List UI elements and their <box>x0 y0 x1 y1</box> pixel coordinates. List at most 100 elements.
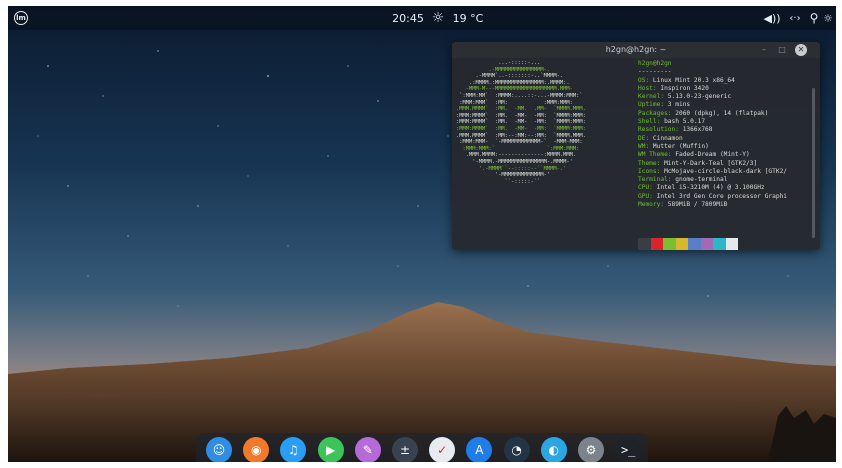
info-key: Uptime: <box>638 101 665 109</box>
info-value: Intel i5-3210M (4) @ 3.100GHz <box>652 184 765 192</box>
desktop[interactable]: lm 20:45 ☼ 19 °C ◀)) ‹·› ⚲ ☼ h2gn@h2gn: … <box>8 6 836 462</box>
info-value: bash 5.0.17 <box>660 118 706 126</box>
software-manager-glyph: ◐ <box>548 443 560 457</box>
info-key: OS: <box>638 76 650 84</box>
menu-button[interactable]: lm <box>12 6 30 30</box>
info-line: OS: Linux Mint 20.3 x86_64 <box>638 77 816 85</box>
terminal-window[interactable]: h2gn@h2gn: ~ – □ ✕ ...-:::::-... .-MMMMM… <box>452 42 820 250</box>
info-line: Memory: 589MiB / 7809MiB <box>638 201 816 209</box>
info-key: Terminal: <box>638 176 672 184</box>
info-key: Icons: <box>638 167 661 175</box>
finder-glyph: ☺ <box>212 443 226 457</box>
info-line: DE: Cinnamon <box>638 135 816 143</box>
palette-swatch <box>663 238 676 250</box>
info-key: Host: <box>638 84 657 92</box>
info-line: CPU: Intel i5-3210M (4) @ 3.100GHz <box>638 184 816 192</box>
ascii-art: ...-:::::-... .-MMMMMMMMMMMMMMM-. .-MMMM… <box>456 60 636 185</box>
ascii-line: ``-:::::-`` <box>456 178 541 185</box>
info-line: Kernel: 5.13.0-23-generic <box>638 93 816 101</box>
dock: ☺ ◉ ♫ ▶ ✎ ± ✓ A ◔ ◐ ⚙ >_ <box>196 433 648 462</box>
ascii-line: :MMM:MMMM` :MM. -MM- -MM: `MMMM:MMM: <box>456 125 586 132</box>
info-line: Uptime: 3 mins <box>638 101 816 109</box>
info-value: Faded-Dream (Mint-Y) <box>671 151 750 159</box>
settings-icon[interactable]: ⚙ <box>578 437 604 462</box>
info-line: Theme: Mint-Y-Dark-Teal [GTK2/3] <box>638 160 816 168</box>
ascii-line: '-MMMM.-MMMMMMMMMMMMMMM-.MMMM-' <box>456 158 573 165</box>
ascii-line: .-MMMM`..-:::::::-..`MMMM-. <box>456 73 564 80</box>
info-line: Shell: bash 5.0.17 <box>638 118 816 126</box>
drawing-icon[interactable]: ✓ <box>429 437 456 462</box>
mint-logo-icon: lm <box>14 11 28 25</box>
info-key: CPU: <box>638 184 653 192</box>
palette-swatch <box>675 238 688 250</box>
terminal-icon[interactable]: >_ <box>615 437 642 462</box>
ascii-line: .-MMMMMMMMMMMMMMM-. <box>456 66 551 73</box>
terminal-titlebar[interactable]: h2gn@h2gn: ~ – □ ✕ <box>452 42 820 58</box>
info-key: Packages: <box>638 109 672 117</box>
network-icon[interactable]: ‹·› <box>784 6 806 30</box>
info-value: 589MiB / 7809MiB <box>664 201 728 209</box>
ascii-line: :MMM:MMM:` `:MMM:MMM: <box>456 145 580 152</box>
info-key: Shell: <box>638 118 661 126</box>
info-key: Kernel: <box>638 93 665 101</box>
palette-swatch <box>688 238 701 250</box>
terminal-body[interactable]: ...-:::::-... .-MMMMMMMMMMMMMMM-. .-MMMM… <box>452 58 820 250</box>
ascii-line: -MMM-M---MMMMMMMMMMMMMMMMMMM.MMM- <box>456 86 573 93</box>
app-store-icon[interactable]: A <box>466 437 493 462</box>
info-value: Inspiron 3420 <box>656 84 709 92</box>
ascii-line: :MMM:MMM` :MM: :MMM:MMM: <box>456 99 573 106</box>
maximize-button[interactable]: □ <box>776 44 788 56</box>
text-editor-icon[interactable]: ✎ <box>354 437 381 462</box>
ascii-line: '.-MMMM``--:::::--``MMMM-.' <box>456 165 567 172</box>
palette-swatch <box>650 238 663 250</box>
info-key: GPU: <box>638 192 653 200</box>
ascii-line: .MMM.MMMM` :MM. -MM. .MM- `MMMM.MMM. <box>456 106 586 113</box>
volume-icon[interactable]: ◀)) <box>763 6 780 30</box>
info-key: Resolution: <box>638 126 679 134</box>
info-key: Theme: <box>638 159 661 167</box>
music-glyph: ♫ <box>288 443 299 457</box>
info-line: Icons: McMojave-circle-black-dark [GTK2/ <box>638 168 816 176</box>
firefox-icon[interactable]: ◉ <box>243 437 270 462</box>
sun-icon[interactable]: ☼ <box>428 6 448 30</box>
location-icon[interactable]: ⚲ <box>807 6 821 30</box>
info-line: WM Theme: Faded-Dream (Mint-Y) <box>638 151 816 159</box>
info-value: 3 mins <box>664 101 691 109</box>
finder-icon[interactable]: ☺ <box>206 437 232 462</box>
software-manager-icon[interactable]: ◐ <box>540 437 567 462</box>
ascii-line: .MMM.MMMM` :MM:--:MM:--:MM: `MMMM.MMM. <box>456 132 586 139</box>
calculator-icon[interactable]: ± <box>392 437 418 462</box>
palette-swatch <box>713 238 726 250</box>
info-value: McMojave-circle-black-dark [GTK2/ <box>660 167 788 175</box>
weather-temperature[interactable]: 19 °C <box>448 6 488 30</box>
music-icon[interactable]: ♫ <box>280 437 307 462</box>
info-value: Mint-Y-Dark-Teal [GTK2/3] <box>660 159 758 167</box>
palette-swatch <box>700 238 713 250</box>
user-host: h2gn@h2gn <box>638 60 672 67</box>
info-line: GPU: Intel 3rd Gen Core processor Graphi <box>638 193 816 201</box>
scrollbar[interactable] <box>812 88 815 238</box>
clock[interactable]: 20:45 <box>388 6 428 30</box>
info-key: WM: <box>638 142 650 150</box>
calculator-glyph: ± <box>399 443 411 457</box>
info-value: 5.13.0-23-generic <box>664 93 732 101</box>
info-value: 1366x768 <box>678 126 713 134</box>
info-value: Mutter (Muffin) <box>649 142 709 150</box>
minimize-button[interactable]: – <box>758 44 770 56</box>
ascii-line: :MMM:MMM- `-MMMMMMMMMMMM-` -MMM-MMM: <box>456 139 583 146</box>
info-value: Cinnamon <box>649 134 683 142</box>
info-line: Terminal: gnome-terminal <box>638 176 816 184</box>
info-value: 2060 (dpkg), 14 (flatpak) <box>671 109 769 117</box>
drawing-glyph: ✓ <box>437 443 448 457</box>
neofetch-info: h2gn@h2gn --------- OS: Linux Mint 20.3 … <box>638 60 816 209</box>
close-button[interactable]: ✕ <box>795 44 807 56</box>
brightness-icon[interactable]: ☼ <box>821 6 835 30</box>
color-palette <box>638 238 738 250</box>
media-player-icon[interactable]: ▶ <box>317 437 344 462</box>
info-value: Intel 3rd Gen Core processor Graphi <box>652 192 788 200</box>
system-monitor-icon[interactable]: ◔ <box>503 437 530 462</box>
media-player-glyph: ▶ <box>325 443 336 457</box>
terminal-glyph: >_ <box>620 443 636 457</box>
palette-swatch <box>638 238 651 250</box>
ascii-line: :MMM:MMMM` :MM. -MM- -MM: `MMMM:MMM: <box>456 112 586 119</box>
